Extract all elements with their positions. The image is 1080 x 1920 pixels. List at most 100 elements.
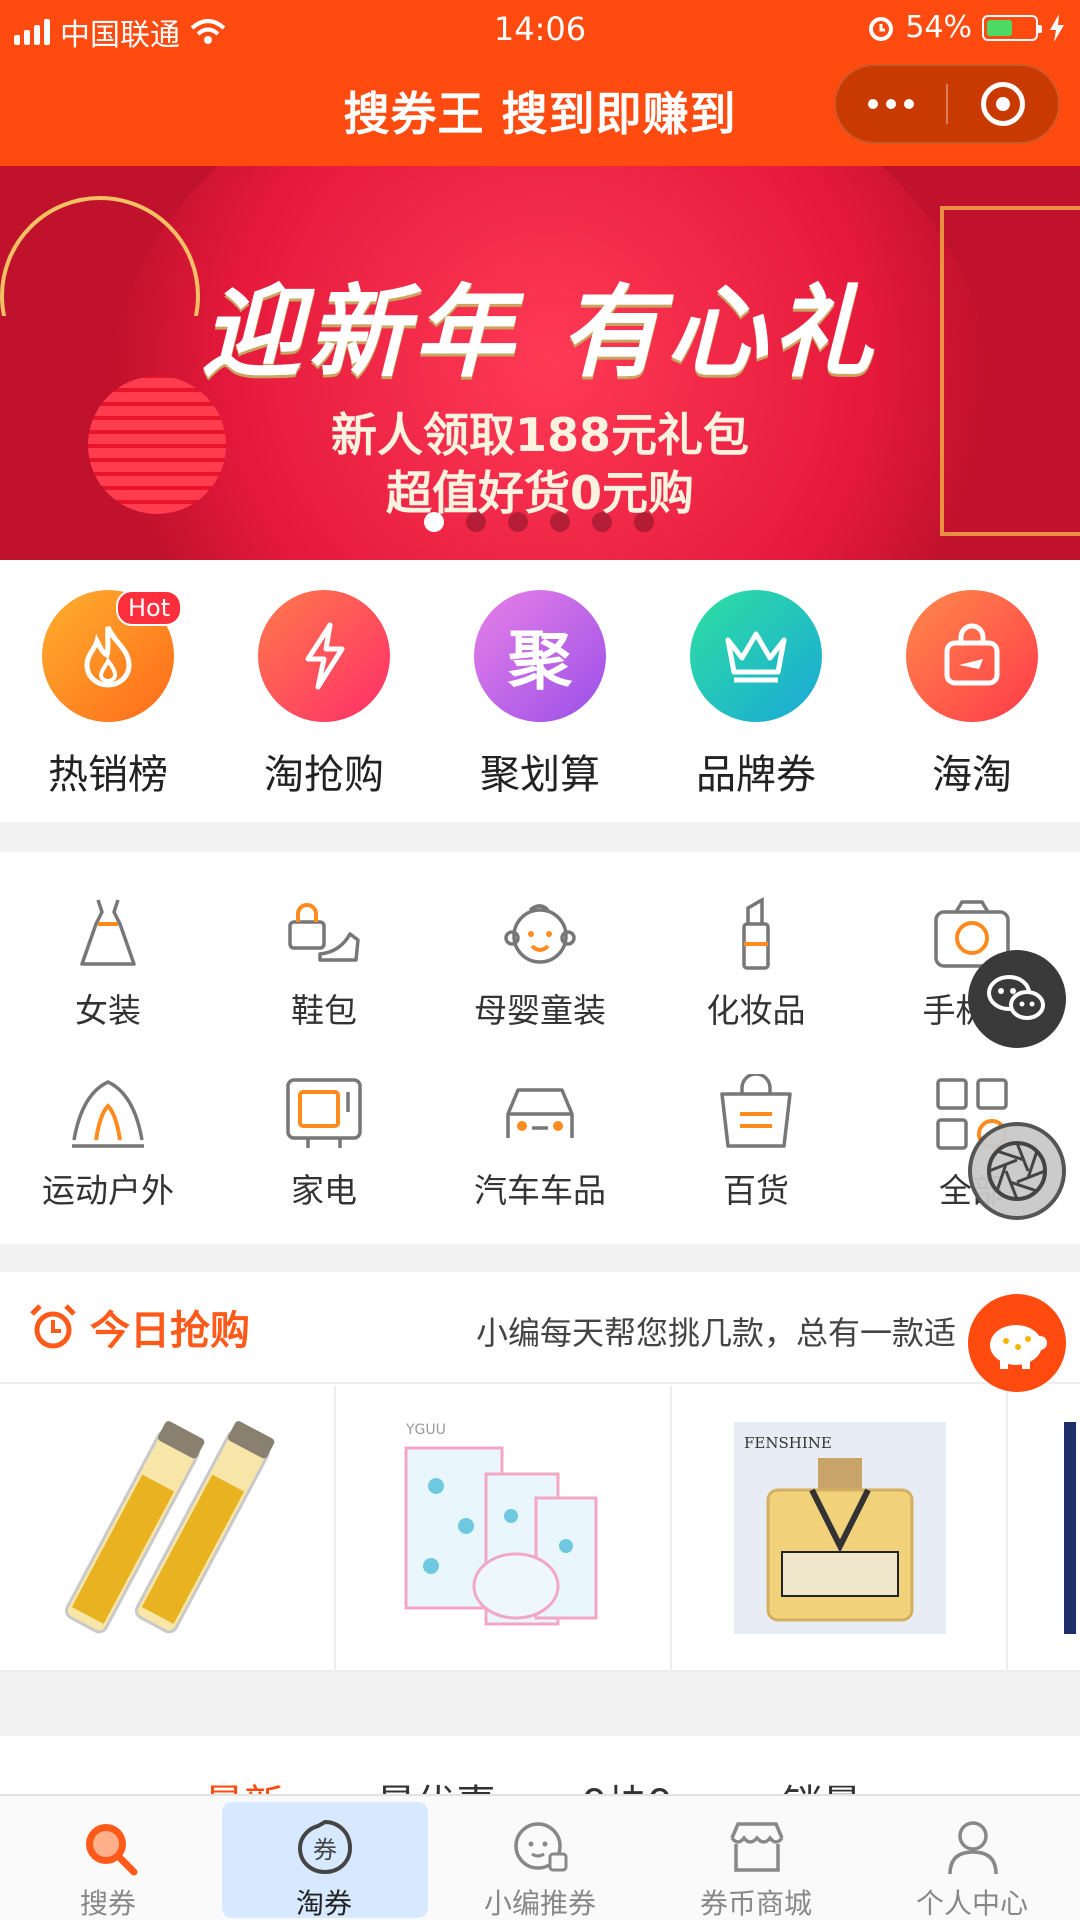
editor-icon	[514, 1822, 568, 1872]
category-women[interactable]: 女装	[0, 860, 216, 1040]
product-image: YGUU	[404, 1422, 598, 1626]
status-bar: 中国联通 14:06 54%	[0, 0, 1080, 56]
quick-label: 淘抢购	[264, 752, 384, 798]
quick-label: 热销榜	[48, 752, 168, 798]
quick-hot-list[interactable]: Hot 热销榜	[0, 560, 216, 822]
quick-entries: Hot 热销榜 淘抢购 聚 聚划算 品牌券 海淘	[0, 560, 1080, 822]
pager-dot[interactable]	[466, 512, 486, 532]
pager-dot[interactable]	[634, 512, 654, 532]
lipstick-icon	[742, 896, 770, 970]
today-subtitle: 小编每天帮您挑几款，总有一款适	[476, 1314, 957, 1352]
category-label: 化妆品	[706, 991, 806, 1030]
product-card[interactable]	[1008, 1386, 1076, 1670]
category-label: 鞋包	[291, 991, 357, 1030]
product-brand: FENSHINE	[744, 1434, 832, 1452]
category-baby[interactable]: 母婴童装	[432, 860, 648, 1040]
search-icon	[86, 1824, 138, 1876]
battery-percent: 54%	[905, 10, 972, 45]
product-card[interactable]	[0, 1386, 336, 1670]
user-icon	[948, 1821, 998, 1875]
quick-flash-sale[interactable]: 淘抢购	[216, 560, 432, 822]
product-strip[interactable]: YGUU FENSHINE	[0, 1386, 1080, 1672]
wechat-float-button[interactable]	[968, 950, 1066, 1048]
tab-best-deal[interactable]: 最优惠	[376, 1772, 496, 1796]
promo-banner[interactable]: 迎新年 有心礼 新人领取188元礼包 超值好货0元购	[0, 166, 1080, 560]
quick-haitao[interactable]: 海淘	[864, 560, 1080, 822]
category-appliances[interactable]: 家电	[216, 1040, 432, 1220]
top-bar: 中国联通 14:06 54% 搜券王 搜到即赚到	[0, 0, 1080, 166]
pager-dot[interactable]	[508, 512, 528, 532]
banner-pager[interactable]	[424, 512, 654, 532]
today-title-text: 今日抢购	[90, 1308, 250, 1354]
more-button[interactable]	[836, 64, 946, 144]
product-image: FENSHINE	[734, 1422, 946, 1634]
product-card[interactable]: YGUU	[336, 1386, 672, 1670]
sort-tabs: 最新 最优惠 9块9 销量	[0, 1736, 1080, 1796]
product-image	[1064, 1422, 1076, 1634]
close-miniapp-button[interactable]	[948, 64, 1058, 144]
category-label: 母婴童装	[474, 991, 606, 1030]
piggy-bank-icon	[990, 1325, 1047, 1369]
category-cosmetics[interactable]: 化妆品	[648, 860, 864, 1040]
shutter-float-button[interactable]	[968, 1122, 1066, 1220]
tab-9-9[interactable]: 9块9	[582, 1772, 673, 1796]
shoe-bag-icon	[288, 903, 360, 962]
target-icon	[980, 82, 1025, 126]
product-image	[64, 1421, 275, 1634]
tent-icon	[72, 1080, 144, 1148]
pager-dot[interactable]	[424, 512, 444, 532]
ju-icon: 聚	[474, 590, 606, 722]
tab-label: 小编推券	[483, 1887, 596, 1920]
bag-plane-icon	[906, 590, 1038, 722]
tab-coin-mall[interactable]: 券币商城	[648, 1796, 864, 1920]
category-shoes-bags[interactable]: 鞋包	[216, 860, 432, 1040]
page: 中国联通 14:06 54% 搜券王 搜到即赚到 迎新年 有心礼 新人领取188…	[0, 0, 1080, 1920]
category-general[interactable]: 百货	[648, 1040, 864, 1220]
banner-line-1: 新人领取188元礼包	[330, 408, 750, 462]
tab-label: 淘券	[295, 1887, 352, 1920]
pager-dot[interactable]	[550, 512, 570, 532]
battery-icon	[982, 14, 1042, 41]
tab-editor-picks[interactable]: 小编推券	[432, 1796, 648, 1920]
tab-label: 搜券	[79, 1887, 136, 1920]
tab-label: 个人中心	[915, 1887, 1028, 1920]
tab-tao-coupon[interactable]: 券 淘券	[216, 1796, 432, 1920]
miniapp-capsule	[834, 64, 1060, 144]
quick-juhuasuan[interactable]: 聚 聚划算	[432, 560, 648, 822]
pager-dot[interactable]	[592, 512, 612, 532]
coupon-icon: 券	[297, 1819, 353, 1875]
category-auto[interactable]: 汽车车品	[432, 1040, 648, 1220]
category-row: 运动户外 家电 汽车车品 百货 全部	[0, 1040, 1080, 1220]
tab-label: 券币商城	[699, 1887, 812, 1920]
category-grid: 女装 鞋包 母婴童装 化妆品 手机数 运动户外	[0, 852, 1080, 1244]
category-label: 女装	[75, 991, 141, 1030]
alarm-clock-icon	[30, 1304, 76, 1349]
today-header: 今日抢购 小编每天帮您挑几款，总有一款适	[0, 1272, 1080, 1384]
category-label: 运动户外	[42, 1171, 174, 1210]
tab-search-coupon[interactable]: 搜券	[0, 1796, 216, 1920]
svg-text:券: 券	[313, 1836, 337, 1864]
banner-headline: 迎新年 有心礼	[201, 274, 879, 391]
quick-label: 海淘	[932, 752, 1012, 798]
piggy-bank-float-button[interactable]	[968, 1294, 1066, 1392]
quick-label: 聚划算	[480, 752, 600, 798]
more-dots-icon	[868, 99, 914, 109]
product-card[interactable]: FENSHINE	[672, 1386, 1008, 1670]
banner-subtext: 新人领取188元礼包 超值好货0元购	[0, 406, 1080, 522]
tab-sales[interactable]: 销量	[782, 1772, 862, 1796]
shop-icon	[730, 1822, 784, 1872]
quick-label: 品牌券	[696, 752, 816, 798]
today-title: 今日抢购	[28, 1298, 250, 1356]
today-deals: 今日抢购 小编每天帮您挑几款，总有一款适 YGUU FENSHINE	[0, 1272, 1080, 1672]
category-row: 女装 鞋包 母婴童装 化妆品 手机数	[0, 860, 1080, 1040]
category-sports[interactable]: 运动户外	[0, 1040, 216, 1220]
tab-newest[interactable]: 最新	[204, 1772, 284, 1796]
category-label: 家电	[291, 1171, 357, 1210]
quick-brand-coupon[interactable]: 品牌券	[648, 560, 864, 822]
alarm-icon	[869, 16, 894, 41]
tv-icon	[286, 1078, 362, 1148]
chat-bubbles-icon	[987, 975, 1045, 1020]
product-brand: YGUU	[405, 1422, 446, 1438]
charging-icon	[1050, 13, 1064, 42]
tab-profile[interactable]: 个人中心	[864, 1796, 1080, 1920]
